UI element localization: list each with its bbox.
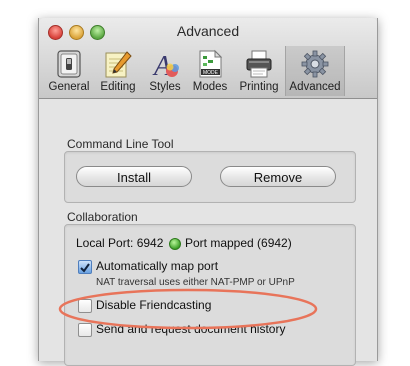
local-port-label: Local Port: 6942 (76, 236, 164, 250)
toolbar-label-printing: Printing (239, 81, 279, 93)
toolbar-item-advanced[interactable]: Advanced (285, 46, 345, 96)
toolbar-item-printing[interactable]: Printing (233, 46, 285, 96)
auto-map-port-label: Automatically map port (96, 259, 219, 273)
toolbar-label-editing: Editing (100, 81, 136, 93)
mode-document-icon: MODE (195, 49, 225, 79)
title-bar: Advanced General Editing A Styles MODE M… (39, 18, 377, 99)
toolbar-label-advanced: Advanced (289, 81, 341, 93)
port-status-text: Port mapped (6942) (185, 236, 292, 250)
toolbar-label-styles: Styles (149, 81, 181, 93)
checkmark-icon (80, 263, 90, 273)
svg-text:MODE: MODE (203, 70, 219, 76)
send-history-checkbox[interactable] (78, 323, 92, 337)
disable-friendcasting-label: Disable Friendcasting (96, 298, 212, 312)
switch-icon (54, 49, 84, 79)
styles-letter-icon: A (150, 49, 180, 82)
toolbar-item-editing[interactable]: Editing (93, 46, 143, 96)
notepad-pencil-icon (103, 49, 133, 79)
disable-friendcasting-checkbox[interactable] (78, 299, 92, 313)
install-button[interactable]: Install (76, 166, 192, 187)
preferences-window: Advanced General Editing A Styles MODE M… (38, 18, 378, 366)
command-line-tool-heading: Command Line Tool (67, 137, 174, 151)
auto-map-port-checkbox[interactable] (78, 260, 92, 274)
nat-traversal-note: NAT traversal uses either NAT-PMP or UPn… (96, 277, 295, 288)
send-history-label: Send and request document history (96, 322, 286, 336)
toolbar-item-general[interactable]: General (45, 46, 93, 96)
toolbar-label-general: General (48, 81, 90, 93)
collaboration-group: Local Port: 6942 Port mapped (6942) Auto… (64, 224, 356, 366)
port-status-indicator (169, 238, 181, 250)
collaboration-heading: Collaboration (67, 210, 138, 224)
window-title: Advanced (176, 23, 240, 39)
printer-icon (244, 49, 274, 79)
toolbar-item-styles[interactable]: A Styles (143, 46, 187, 96)
advanced-pane: Command Line Tool Install Remove Collabo… (39, 99, 377, 366)
command-line-tool-group: Install Remove (64, 151, 356, 203)
gear-icon (300, 49, 330, 79)
toolbar-label-modes: Modes (192, 81, 228, 93)
remove-button[interactable]: Remove (220, 166, 336, 187)
toolbar-item-modes[interactable]: MODE Modes (187, 46, 233, 96)
preferences-toolbar: General Editing A Styles MODE Modes Prin… (45, 46, 375, 96)
